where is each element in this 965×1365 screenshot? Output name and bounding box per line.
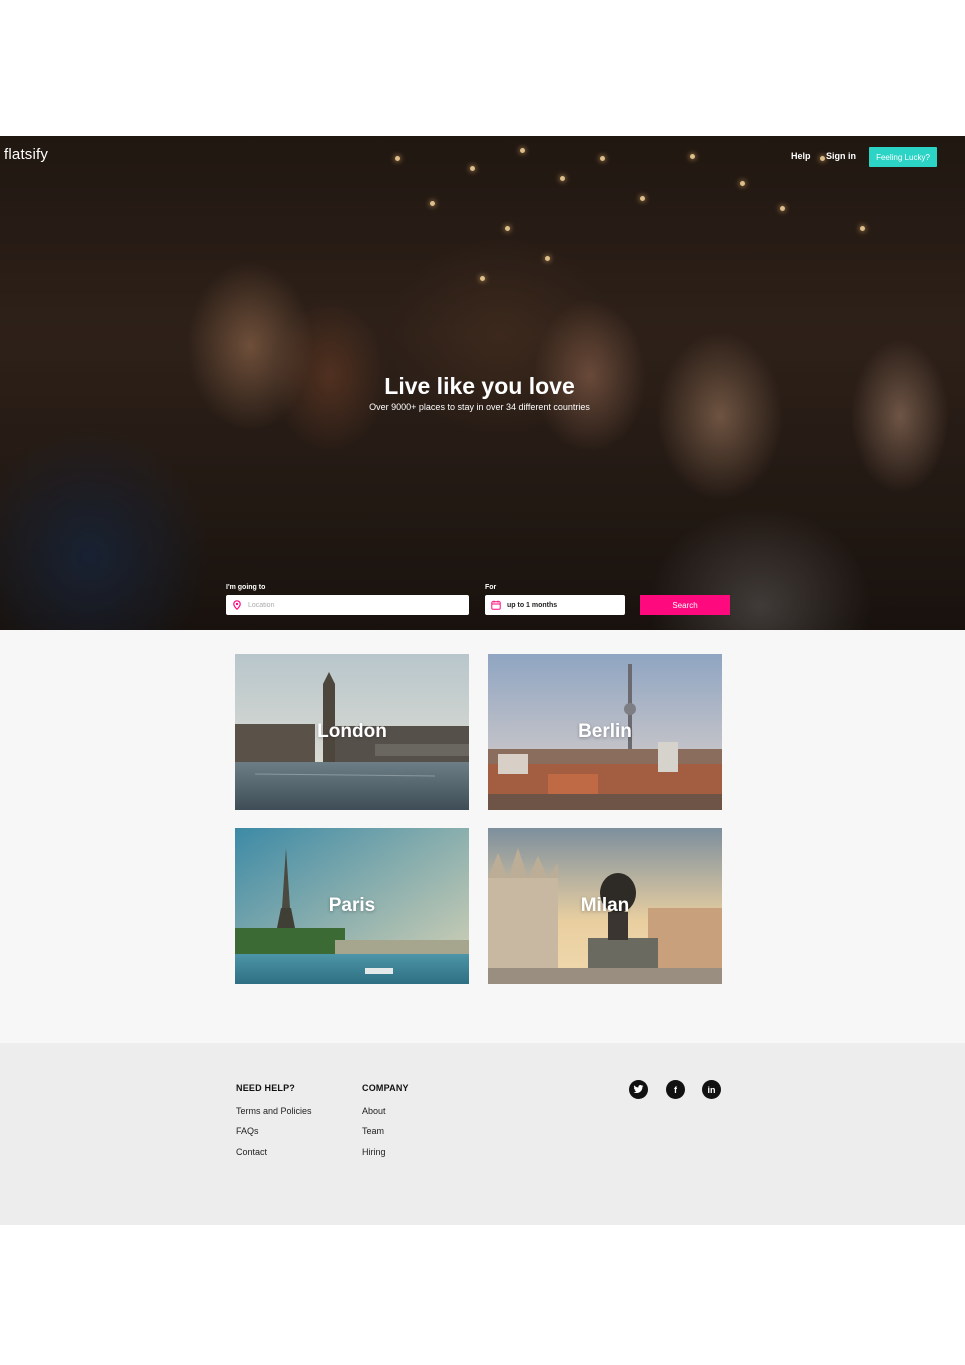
duration-value: up to 1 months bbox=[507, 601, 558, 609]
city-name-berlin: Berlin bbox=[578, 721, 632, 742]
city-card-paris[interactable]: Paris bbox=[235, 828, 469, 984]
hero-subtitle: Over 9000+ places to stay in over 34 dif… bbox=[0, 402, 965, 412]
hero-title: Live like you love bbox=[0, 373, 965, 400]
feeling-lucky-button[interactable]: Feeling Lucky? bbox=[869, 147, 937, 167]
contact-link[interactable]: Contact bbox=[236, 1147, 267, 1157]
cities-section bbox=[0, 630, 965, 1043]
hiring-link[interactable]: Hiring bbox=[362, 1147, 386, 1157]
city-name-paris: Paris bbox=[328, 895, 376, 916]
linkedin-icon[interactable]: in bbox=[702, 1080, 721, 1099]
hero-subtitle-text: Over 9000+ places to stay in over 34 dif… bbox=[369, 402, 590, 412]
calendar-icon bbox=[491, 600, 501, 610]
help-link[interactable]: Help bbox=[791, 151, 811, 161]
duration-label: For bbox=[485, 584, 497, 591]
faqs-link[interactable]: FAQs bbox=[236, 1126, 259, 1136]
terms-link[interactable]: Terms and Policies bbox=[236, 1106, 312, 1116]
page: flatsify Help Sign in Feeling Lucky? Liv… bbox=[0, 0, 965, 1365]
facebook-icon[interactable]: f bbox=[666, 1080, 685, 1099]
need-help-heading: NEED HELP? bbox=[236, 1083, 296, 1093]
location-pin-icon bbox=[232, 600, 242, 610]
city-name-london: London bbox=[317, 721, 387, 742]
city-name-milan: Milan bbox=[580, 895, 630, 916]
team-link[interactable]: Team bbox=[362, 1126, 384, 1136]
location-field[interactable] bbox=[226, 595, 469, 615]
city-card-berlin[interactable]: Berlin bbox=[488, 654, 722, 810]
footer bbox=[0, 1043, 965, 1225]
location-input[interactable] bbox=[248, 601, 458, 609]
twitter-icon[interactable] bbox=[629, 1080, 648, 1099]
destination-label: I'm going to bbox=[226, 584, 266, 591]
duration-select[interactable]: up to 1 months bbox=[485, 595, 625, 615]
company-heading: COMPANY bbox=[362, 1083, 409, 1093]
top-nav: flatsify Help Sign in Feeling Lucky? bbox=[0, 136, 965, 180]
sign-in-link[interactable]: Sign in bbox=[826, 151, 856, 161]
search-button[interactable]: Search bbox=[640, 595, 730, 615]
hero-title-text: Live like you love bbox=[384, 373, 575, 399]
city-card-milan[interactable]: Milan bbox=[488, 828, 722, 984]
city-card-london[interactable]: London bbox=[235, 654, 469, 810]
about-link[interactable]: About bbox=[362, 1106, 386, 1116]
brand-logo[interactable]: flatsify bbox=[4, 146, 48, 163]
